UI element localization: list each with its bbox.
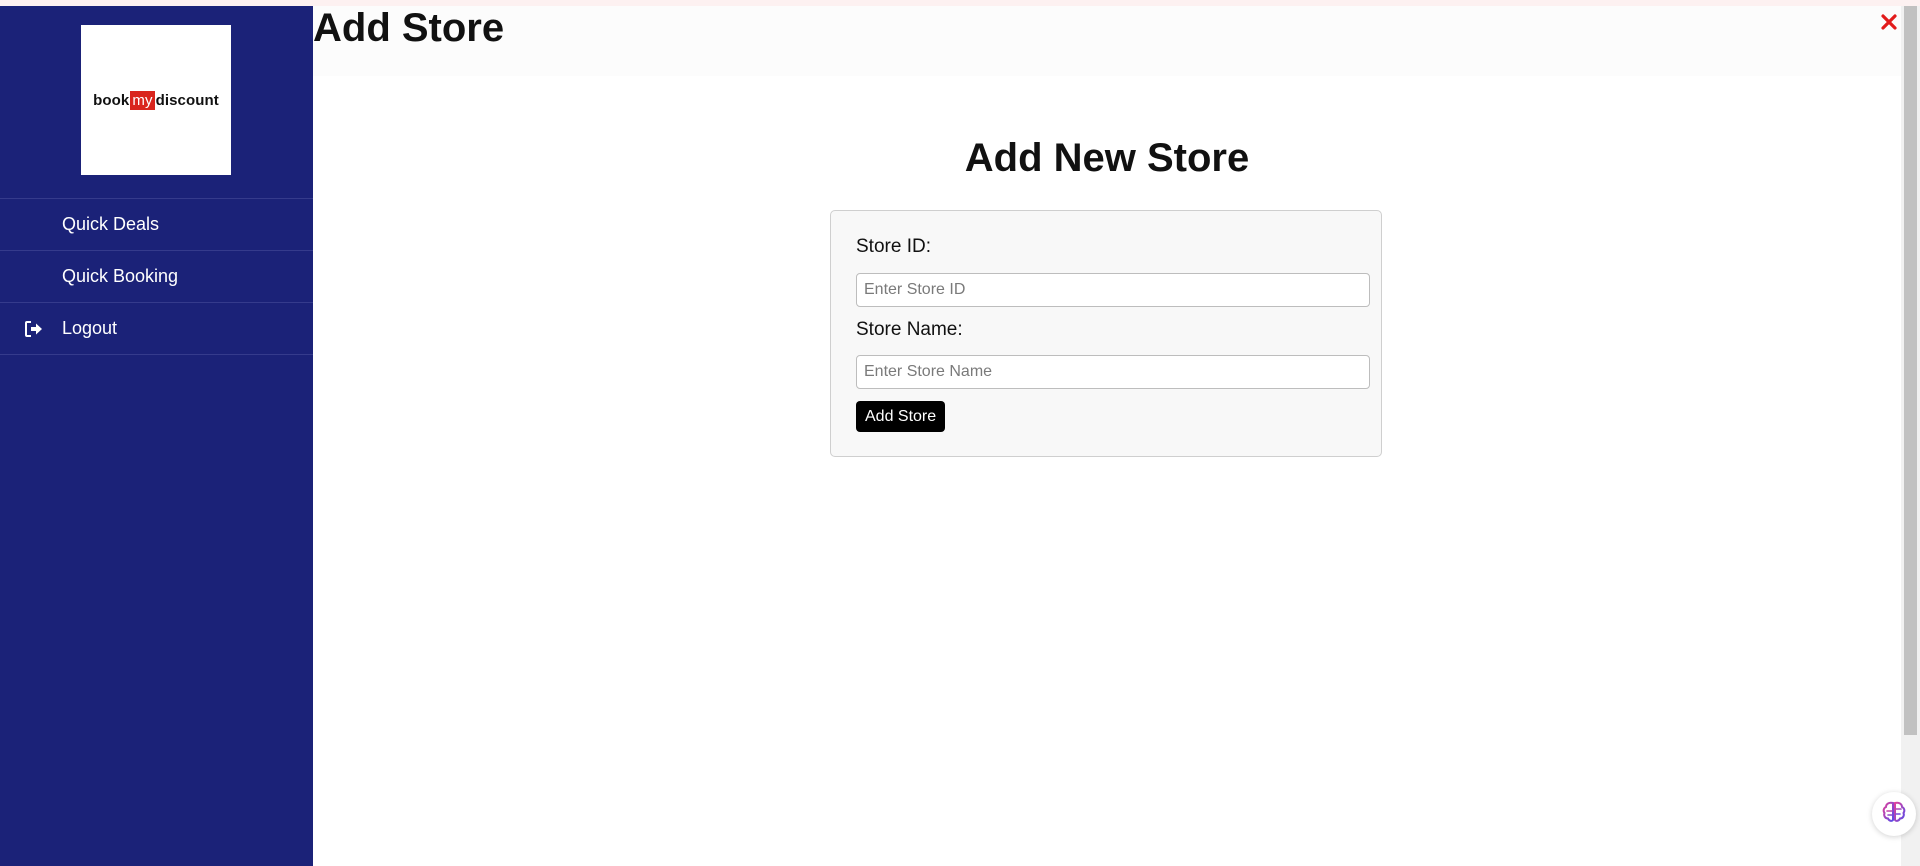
logout-icon (24, 319, 44, 339)
sidebar-nav: Quick Deals Quick Booking Logout (0, 198, 313, 355)
add-store-form: Store ID: Store Name: Add Store (830, 210, 1382, 457)
page-header: Add Store (313, 6, 1901, 76)
store-id-label: Store ID: (856, 236, 931, 257)
close-icon (1881, 13, 1897, 35)
app-page: book my discount Quick Deals Quick Booking… (0, 0, 1920, 866)
page-scrollbar[interactable] (1901, 6, 1920, 866)
sidebar-item-label: Logout (62, 318, 118, 338)
sidebar-item-quick-booking[interactable]: Quick Booking (0, 251, 313, 303)
form-heading: Add New Store (964, 136, 1250, 180)
scrollbar-thumb[interactable] (1904, 6, 1917, 735)
close-button[interactable] (1877, 12, 1901, 36)
sidebar-item-label: Quick Deals (62, 214, 160, 234)
store-id-input[interactable] (856, 273, 1370, 307)
page-title: Add Store (313, 6, 505, 50)
brain-icon (1881, 800, 1907, 829)
logo-text-book: book (93, 91, 130, 109)
sidebar-item-quick-deals[interactable]: Quick Deals (0, 199, 313, 251)
logo-wordmark: book my discount (93, 90, 219, 110)
logo-text-my: my (130, 90, 155, 110)
store-name-label: Store Name: (856, 319, 963, 340)
add-store-button[interactable]: Add Store (856, 401, 946, 432)
assistant-button[interactable] (1872, 792, 1916, 836)
sidebar: book my discount Quick Deals Quick Booking… (0, 6, 313, 866)
sidebar-item-logout[interactable]: Logout (0, 303, 313, 355)
sidebar-item-label: Quick Booking (62, 266, 179, 286)
store-name-input[interactable] (856, 355, 1370, 389)
logo-text-discount: discount (155, 91, 219, 109)
brand-logo[interactable]: book my discount (81, 25, 231, 175)
